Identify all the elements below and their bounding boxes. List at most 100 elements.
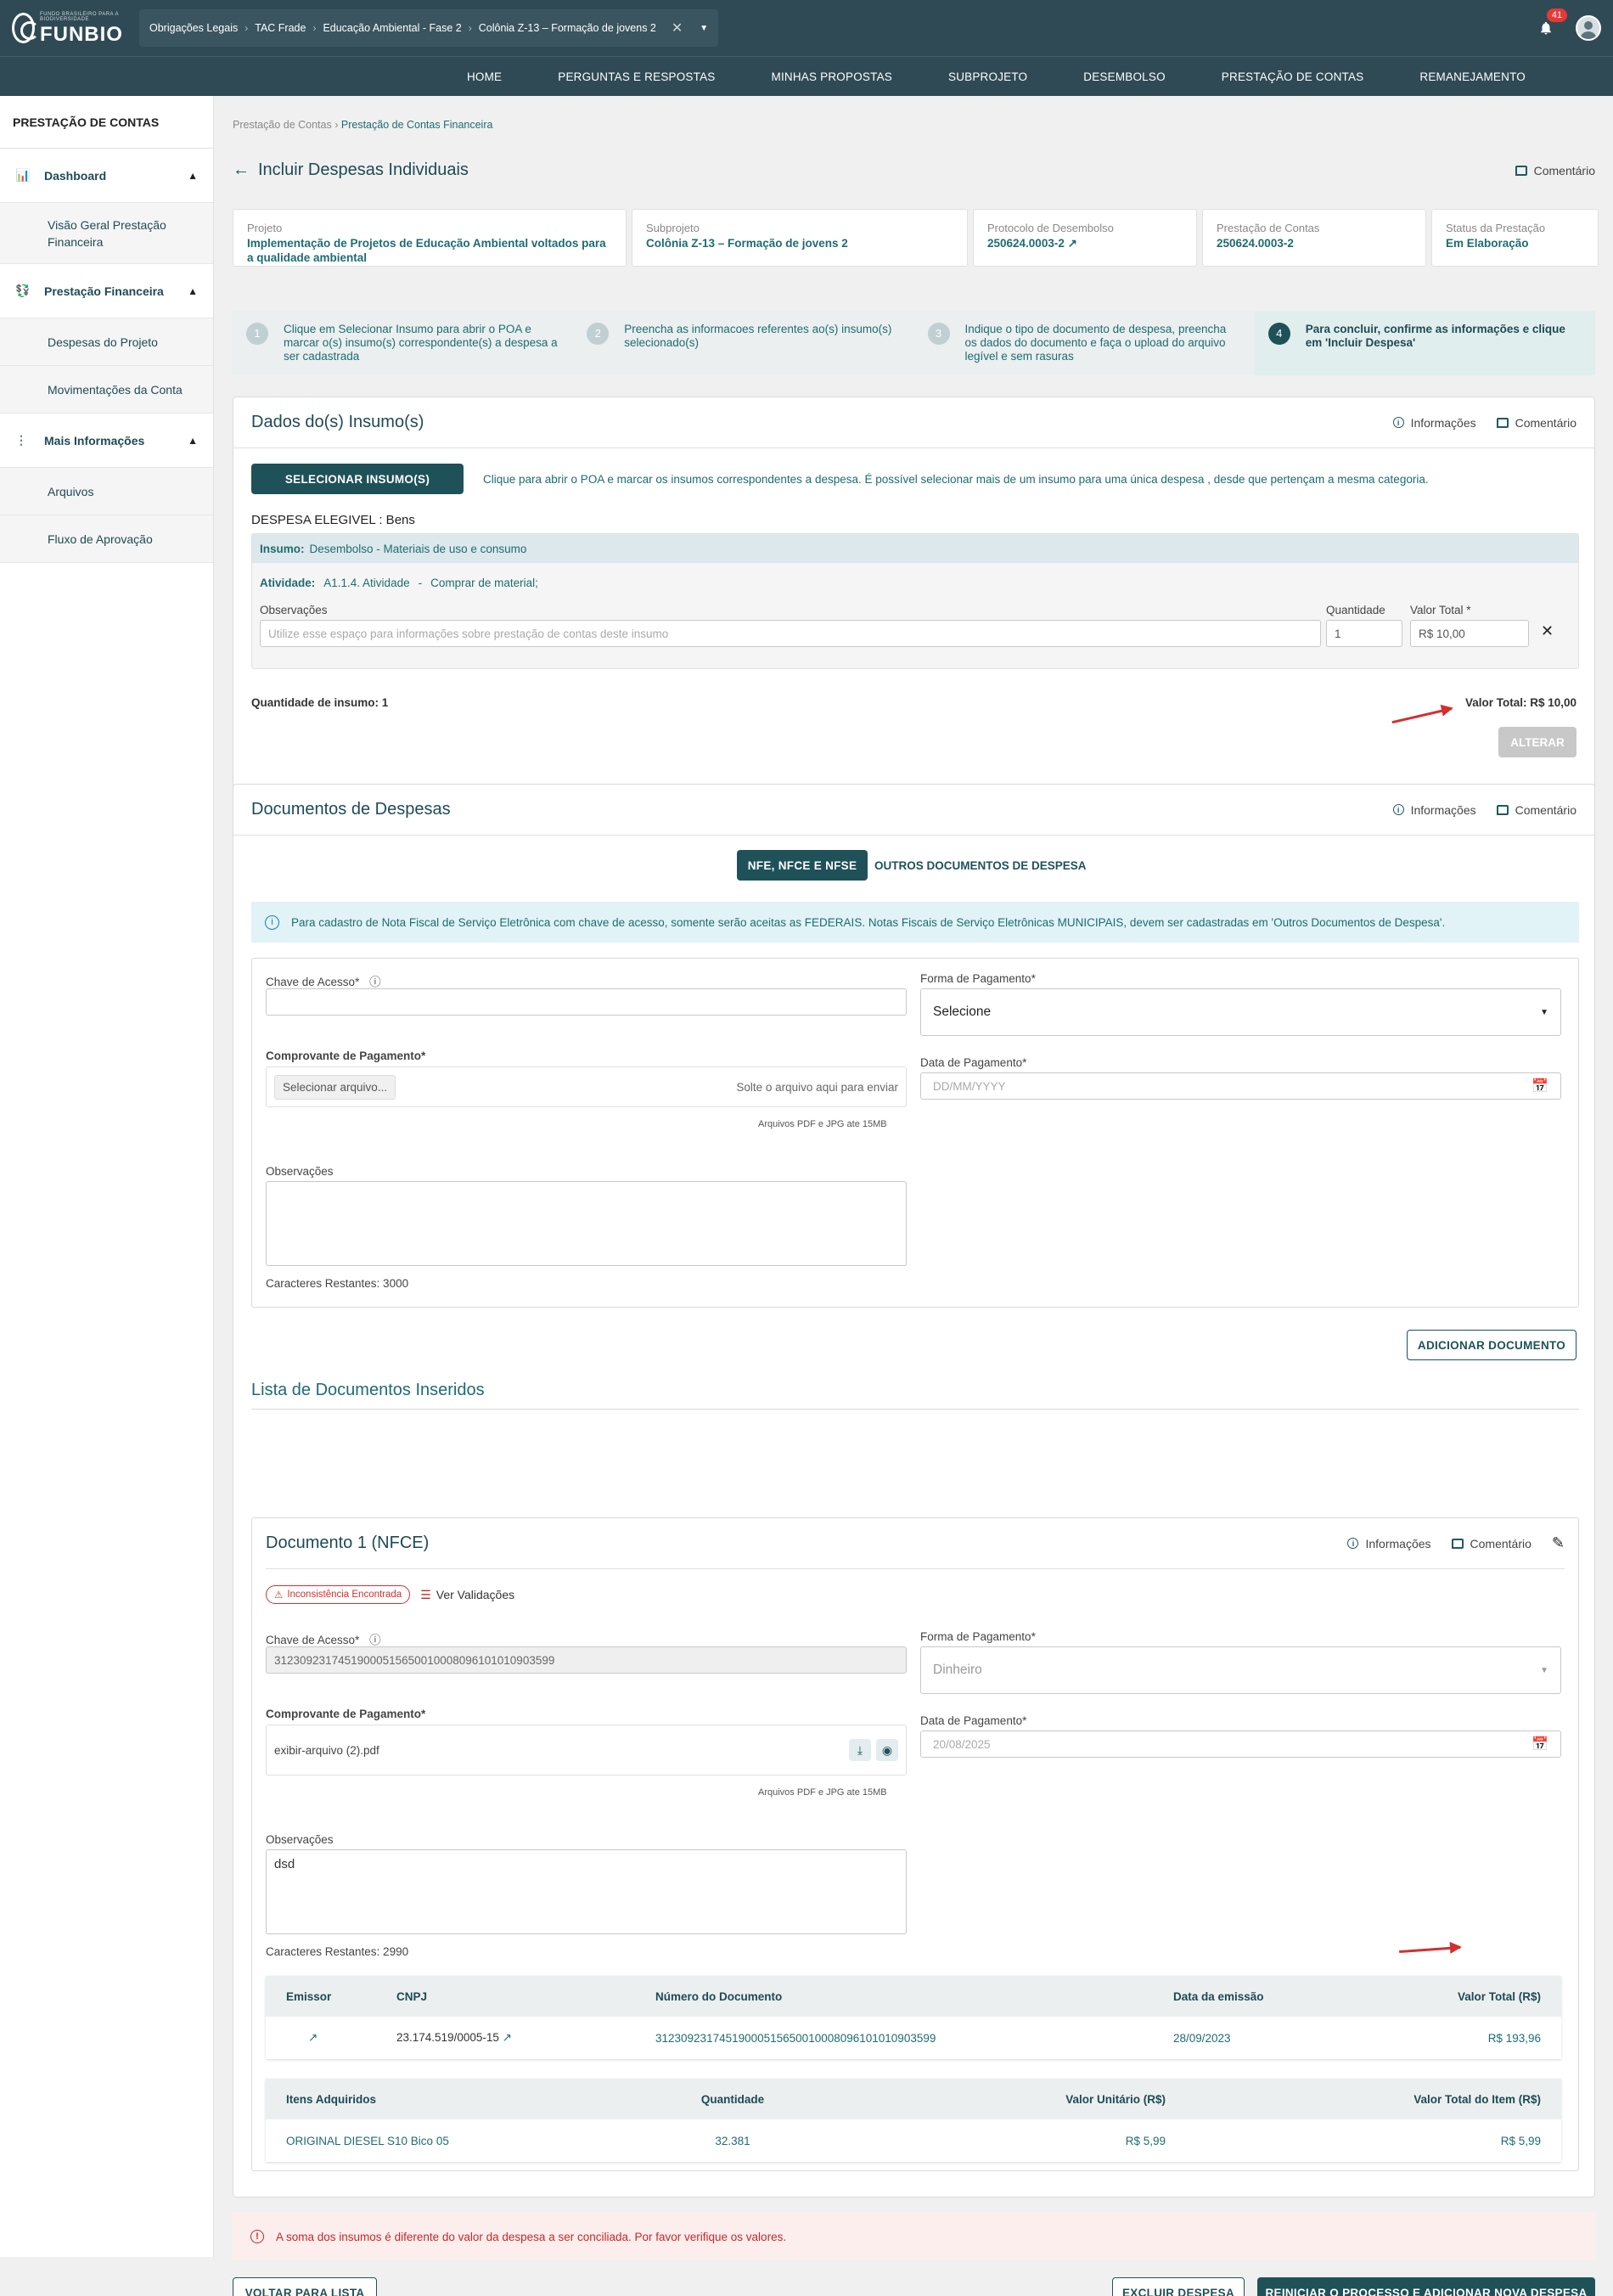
- context-crumb[interactable]: Colônia Z-13 – Formação de jovens 2: [479, 22, 656, 34]
- badge-text: Inconsistência Encontrada: [287, 1590, 402, 1600]
- voltar-lista-button[interactable]: VOLTAR PARA LISTA: [233, 2277, 377, 2296]
- add-document-button[interactable]: ADICIONAR DOCUMENTO: [1407, 1330, 1576, 1360]
- nav-subprojeto[interactable]: SUBPROJETO: [920, 70, 1055, 83]
- nav-desembolso[interactable]: DESEMBOLSO: [1055, 70, 1194, 83]
- notice-text: Para cadastro de Nota Fiscal de Serviço …: [291, 915, 1446, 929]
- valor-total-text: Valor Total: R$ 10,00: [1464, 696, 1576, 709]
- column-header: Número do Documento: [655, 1989, 783, 2003]
- info-link[interactable]: i Informações: [1347, 1537, 1431, 1550]
- funbio-logo[interactable]: FUNDO BRASILEIRO PARA A BIODIVERSIDADE F…: [12, 12, 131, 45]
- obs-label: Observações: [266, 1833, 334, 1846]
- quantidade-input[interactable]: 1: [1326, 620, 1402, 647]
- obs-label: Observações: [266, 1165, 334, 1178]
- context-crumb[interactable]: TAC Frade: [255, 22, 306, 34]
- chave-acesso-input[interactable]: [266, 988, 907, 1016]
- arrow-left-icon[interactable]: ←: [233, 160, 250, 180]
- info-link[interactable]: i Informações: [1392, 415, 1476, 430]
- download-icon[interactable]: ⤓: [849, 1739, 871, 1761]
- chave-label: Chave de Acesso* ⓘ: [266, 972, 381, 989]
- sidebar-section-dashboard[interactable]: 📊 Dashboard ▲: [0, 149, 213, 203]
- card-value[interactable]: 250624.0003-2 ↗: [987, 236, 1183, 250]
- sidebar-section-financeira[interactable]: 💱 Prestação Financeira ▲: [0, 264, 213, 318]
- sidebar-item-arquivos[interactable]: Arquivos: [0, 468, 213, 515]
- chevron-right-icon: ›: [334, 119, 341, 131]
- date-value: 20/08/2025: [933, 1737, 991, 1751]
- cnpj-cell[interactable]: 23.174.519/0005-15 ↗: [396, 2031, 655, 2045]
- comment-icon: [1451, 1538, 1464, 1549]
- logo-name: FUNBIO: [39, 22, 123, 46]
- select-insumo-button[interactable]: SELECIONAR INSUMO(S): [251, 464, 464, 494]
- file-upload[interactable]: Selecionar arquivo... Solte o arquivo aq…: [266, 1066, 907, 1107]
- forma-label: Forma de Pagamento*: [920, 972, 1036, 985]
- info-label: Informações: [1410, 415, 1476, 430]
- dropdown-caret-icon: ▼: [1540, 1007, 1548, 1017]
- eye-icon[interactable]: ◉: [876, 1739, 898, 1761]
- insumo-obs-input[interactable]: Utilize esse espaço para informações sob…: [260, 620, 1321, 647]
- external-link-icon[interactable]: ↗: [266, 2031, 396, 2045]
- card-subprojeto: Subprojeto Colônia Z-13 – Formação de jo…: [632, 209, 968, 267]
- close-icon[interactable]: ✕: [672, 20, 683, 37]
- money-icon: 💱: [15, 284, 31, 297]
- inconsistency-badge[interactable]: ⚠ Inconsistência Encontrada: [266, 1585, 411, 1604]
- excluir-despesa-button[interactable]: EXCLUIR DESPESA: [1112, 2277, 1245, 2296]
- info-icon[interactable]: ⓘ: [369, 1634, 381, 1646]
- column-header: CNPJ: [396, 1989, 428, 2003]
- select-file-button[interactable]: Selecionar arquivo...: [274, 1074, 396, 1100]
- sidebar-item-visao-geral[interactable]: Visão Geral Prestação Financeira: [0, 203, 213, 264]
- dropdown-caret-icon[interactable]: ▼: [700, 24, 708, 33]
- data-pagamento-input[interactable]: DD/MM/YYYY 📅: [920, 1072, 1561, 1100]
- card-value: Em Elaboração: [1446, 237, 1529, 250]
- document-title: Documento 1 (NFCE): [266, 1533, 430, 1552]
- remove-insumo-icon[interactable]: ✕: [1541, 622, 1554, 640]
- page-comment-link[interactable]: Comentário: [1515, 164, 1595, 177]
- nav-home[interactable]: HOME: [439, 70, 530, 83]
- forma-pagamento-select[interactable]: Selecione ▼: [920, 988, 1561, 1036]
- comment-link[interactable]: Comentário: [1451, 1537, 1532, 1550]
- observacoes-textarea[interactable]: [266, 1181, 907, 1266]
- sidebar-item-despesas[interactable]: Despesas do Projeto: [0, 318, 213, 366]
- nav-prestacao[interactable]: PRESTAÇÃO DE CONTAS: [1194, 70, 1392, 83]
- sidebar-section-mais[interactable]: ⋮ Mais Informações ▲: [0, 414, 213, 468]
- valor-label: Valor Total *: [1410, 604, 1471, 616]
- info-link[interactable]: i Informações: [1392, 803, 1476, 817]
- atividade-label: Atividade:: [260, 577, 316, 589]
- sidebar-item-fluxo[interactable]: Fluxo de Aprovação: [0, 515, 213, 563]
- edit-pencil-icon[interactable]: ✎: [1552, 1534, 1565, 1552]
- forma-label: Forma de Pagamento*: [920, 1630, 1036, 1643]
- nav-perguntas[interactable]: PERGUNTAS E RESPOSTAS: [530, 70, 743, 83]
- table-header: Emissor CNPJ Número do Documento Data da…: [266, 1976, 1561, 2017]
- select-value: Dinheiro: [933, 1663, 982, 1677]
- notifications-button[interactable]: 41: [1535, 8, 1567, 39]
- sidebar-title: PRESTAÇÃO DE CONTAS: [0, 96, 213, 149]
- context-crumb[interactable]: Obrigações Legais: [149, 22, 238, 34]
- sidebar-item-movimentacoes[interactable]: Movimentações da Conta: [0, 366, 213, 414]
- tab-outros-documentos[interactable]: OUTROS DOCUMENTOS DE DESPESA: [874, 859, 1087, 872]
- user-avatar[interactable]: [1576, 15, 1601, 41]
- reiniciar-button[interactable]: REINICIAR O PROCESSO E ADICIONAR NOVA DE…: [1257, 2277, 1595, 2296]
- observacoes-textarea[interactable]: dsd: [266, 1849, 907, 1934]
- external-link-icon: ↗: [502, 2031, 512, 2044]
- comment-link[interactable]: Comentário: [1496, 415, 1576, 430]
- atividade-separator: -: [418, 577, 423, 589]
- comment-label: Comentário: [1515, 415, 1576, 430]
- atividade-description: Comprar de material;: [430, 577, 538, 589]
- data-label: Data de Pagamento*: [920, 1714, 1027, 1727]
- ver-validacoes-link[interactable]: ☰ Ver Validações: [420, 1588, 514, 1602]
- card-value: 250624.0003-2: [1217, 237, 1294, 250]
- tab-nfe[interactable]: NFE, NFCE E NFSE: [737, 850, 868, 881]
- insumo-label: Insumo:: [260, 542, 305, 555]
- context-crumb[interactable]: Educação Ambiental - Fase 2: [323, 22, 461, 34]
- comment-link[interactable]: Comentário: [1496, 803, 1576, 817]
- valor-total-input[interactable]: R$ 10,00: [1410, 620, 1529, 647]
- nav-remanejamento[interactable]: REMANEJAMENTO: [1391, 70, 1554, 83]
- step-number: 1: [246, 323, 268, 345]
- calendar-icon: 📅: [1532, 1737, 1548, 1752]
- calendar-icon[interactable]: 📅: [1532, 1078, 1548, 1095]
- breadcrumb-item[interactable]: Prestação de Contas: [233, 119, 332, 131]
- alterar-button[interactable]: ALTERAR: [1498, 727, 1576, 757]
- data-label: Data de Pagamento*: [920, 1056, 1027, 1069]
- external-link-icon: ↗: [1067, 237, 1077, 250]
- nav-minhas-propostas[interactable]: MINHAS PROPOSTAS: [744, 70, 920, 83]
- card-projeto: Projeto Implementação de Projetos de Edu…: [233, 209, 627, 267]
- info-icon[interactable]: ⓘ: [369, 976, 381, 988]
